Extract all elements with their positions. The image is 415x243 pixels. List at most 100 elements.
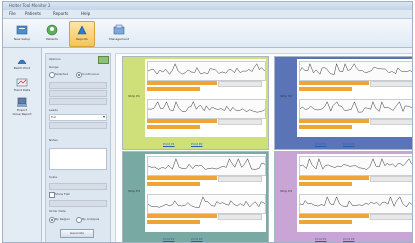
close-report-label: Close Report xyxy=(12,112,32,116)
range-start-field[interactable] xyxy=(49,82,107,89)
measure-row-highlight xyxy=(147,214,218,218)
trend-data-label: Trend Data xyxy=(13,88,31,92)
trend-data-icon xyxy=(16,78,28,87)
ecg-waveform xyxy=(148,196,265,208)
measure-row-highlight xyxy=(299,220,352,224)
ribbon-toolbar: New Setup Patients Reports Management xyxy=(3,19,412,48)
range-duration-field[interactable] xyxy=(49,98,107,105)
new-setup-label: New Setup xyxy=(13,37,31,41)
panel-print-link[interactable]: Print P1 xyxy=(163,142,175,146)
app-window: Holter Tool Monitor 2 File Patients Repo… xyxy=(2,1,413,243)
reports-icon xyxy=(77,25,87,35)
ecg-panel-tag-label: Strip P3 xyxy=(128,189,140,193)
window-title: Holter Tool Monitor 2 xyxy=(9,3,51,8)
range-end-field[interactable] xyxy=(49,90,107,97)
panel-print-link[interactable]: Print P2 xyxy=(191,237,203,241)
measure-row-values xyxy=(217,176,262,182)
notes-textarea[interactable] xyxy=(49,148,107,170)
management-label: Management xyxy=(109,37,129,41)
order-option-region-label: By Region xyxy=(55,217,71,221)
ecg-panel-tag: Strip P2 xyxy=(276,58,296,148)
measure-row-highlight xyxy=(147,176,218,180)
leads-select-value: Full xyxy=(51,115,57,119)
panel-print-link[interactable]: Print P1 xyxy=(315,142,327,146)
management-icon xyxy=(113,24,125,35)
ecg-strip[interactable] xyxy=(299,194,412,214)
ecg-panel-body xyxy=(297,154,412,232)
patients-icon xyxy=(46,24,58,36)
ecg-waveform xyxy=(148,63,265,75)
ecg-panel-tag-label: Strip P4 xyxy=(280,189,292,193)
measure-row-values xyxy=(369,176,412,182)
measure-row-highlight xyxy=(299,214,370,218)
report-settings-panel: Options Range Selected Continuous Leads … xyxy=(45,53,111,242)
ecg-strip[interactable] xyxy=(147,194,266,214)
ecg-waveform xyxy=(148,158,265,170)
report-preview-area: Strip P1 Print P1 Print P2 Strip P2 Print P1… xyxy=(115,53,412,242)
order-option-analysis-label: By Analysis xyxy=(82,217,100,221)
ecg-strip[interactable] xyxy=(299,61,412,81)
leads-option-field[interactable] xyxy=(49,122,107,129)
panel-print-link[interactable]: Print P1 xyxy=(163,237,175,241)
ecg-strip[interactable] xyxy=(147,99,266,119)
ecg-waveform xyxy=(300,158,412,170)
notes-label: Notes xyxy=(49,138,58,142)
ecg-panel[interactable]: Strip P4 Print P1 Print P2 xyxy=(274,151,412,242)
panel-print-link[interactable]: Print P2 xyxy=(191,142,203,146)
reports-label: Reports xyxy=(76,37,88,41)
measure-row-values xyxy=(369,214,412,220)
panel-print-link[interactable]: Print P1 xyxy=(315,237,327,241)
measure-row-highlight xyxy=(299,125,352,129)
menu-file[interactable]: File xyxy=(9,11,16,16)
new-setup-button[interactable]: New Setup xyxy=(9,21,35,47)
ecg-panel-body xyxy=(297,59,412,137)
trend-data-button[interactable]: Trend Data xyxy=(7,76,37,96)
ecg-strip[interactable] xyxy=(147,61,266,81)
reports-button[interactable]: Reports xyxy=(69,21,95,47)
ecg-strip[interactable] xyxy=(299,156,412,176)
ecg-waveform xyxy=(148,101,265,113)
measure-row-values xyxy=(369,119,412,125)
close-report-button[interactable]: Close Report xyxy=(7,112,37,132)
panel-print-link[interactable]: Print P2 xyxy=(343,142,355,146)
measure-row-highlight xyxy=(147,125,200,129)
measure-row-highlight xyxy=(299,182,352,186)
panel-print-link[interactable]: Print P2 xyxy=(343,237,355,241)
ecg-panel[interactable]: Strip P1 Print P1 Print P2 xyxy=(122,56,269,150)
settings-header: Options xyxy=(49,57,61,61)
leads-select[interactable]: Full ▾ xyxy=(49,114,107,121)
ecg-panel[interactable]: Strip P3 Print P1 Print P2 xyxy=(122,151,269,242)
measure-row-highlight xyxy=(299,87,352,91)
menu-reports[interactable]: Reports xyxy=(53,11,68,16)
ecg-strip[interactable] xyxy=(147,156,266,176)
menu-help[interactable]: Help xyxy=(81,11,90,16)
ecg-panel[interactable]: Strip P2 Print P1 Print P2 xyxy=(274,56,412,150)
measure-row-highlight xyxy=(147,81,218,85)
ecg-strip[interactable] xyxy=(299,99,412,119)
measure-row-highlight xyxy=(299,176,370,180)
measure-row-values xyxy=(369,81,412,87)
range-label: Range xyxy=(49,65,59,69)
menu-patients[interactable]: Patients xyxy=(25,11,41,16)
left-nav: Batch Print Trend Data Export Close Repo… xyxy=(3,48,42,242)
ecg-panel-tag-label: Strip P1 xyxy=(128,94,140,98)
measure-row-highlight xyxy=(147,220,200,224)
batch-print-button[interactable]: Batch Print xyxy=(7,54,37,74)
range-option-continuous-label: Continuous xyxy=(82,72,99,76)
settings-pin-button[interactable] xyxy=(98,56,109,64)
flat-option-field[interactable] xyxy=(49,200,107,207)
batch-print-icon xyxy=(17,59,27,65)
batch-print-label: Batch Print xyxy=(13,66,31,70)
scale-label: Scale xyxy=(49,175,58,179)
chevron-down-icon: ▾ xyxy=(102,114,105,119)
ecg-panel-body xyxy=(145,154,266,232)
scale-field[interactable] xyxy=(49,183,107,190)
measure-row-highlight xyxy=(147,87,200,91)
title-bar: Holter Tool Monitor 2 xyxy=(3,2,412,10)
menu-bar: File Patients Reports Help xyxy=(3,10,412,19)
patients-button[interactable]: Patients xyxy=(39,21,65,47)
generate-button[interactable]: Generate xyxy=(60,229,94,238)
management-button[interactable]: Management xyxy=(103,21,135,47)
generate-button-label: Generate xyxy=(69,231,84,235)
show-flat-label: Show Flat xyxy=(55,192,70,196)
